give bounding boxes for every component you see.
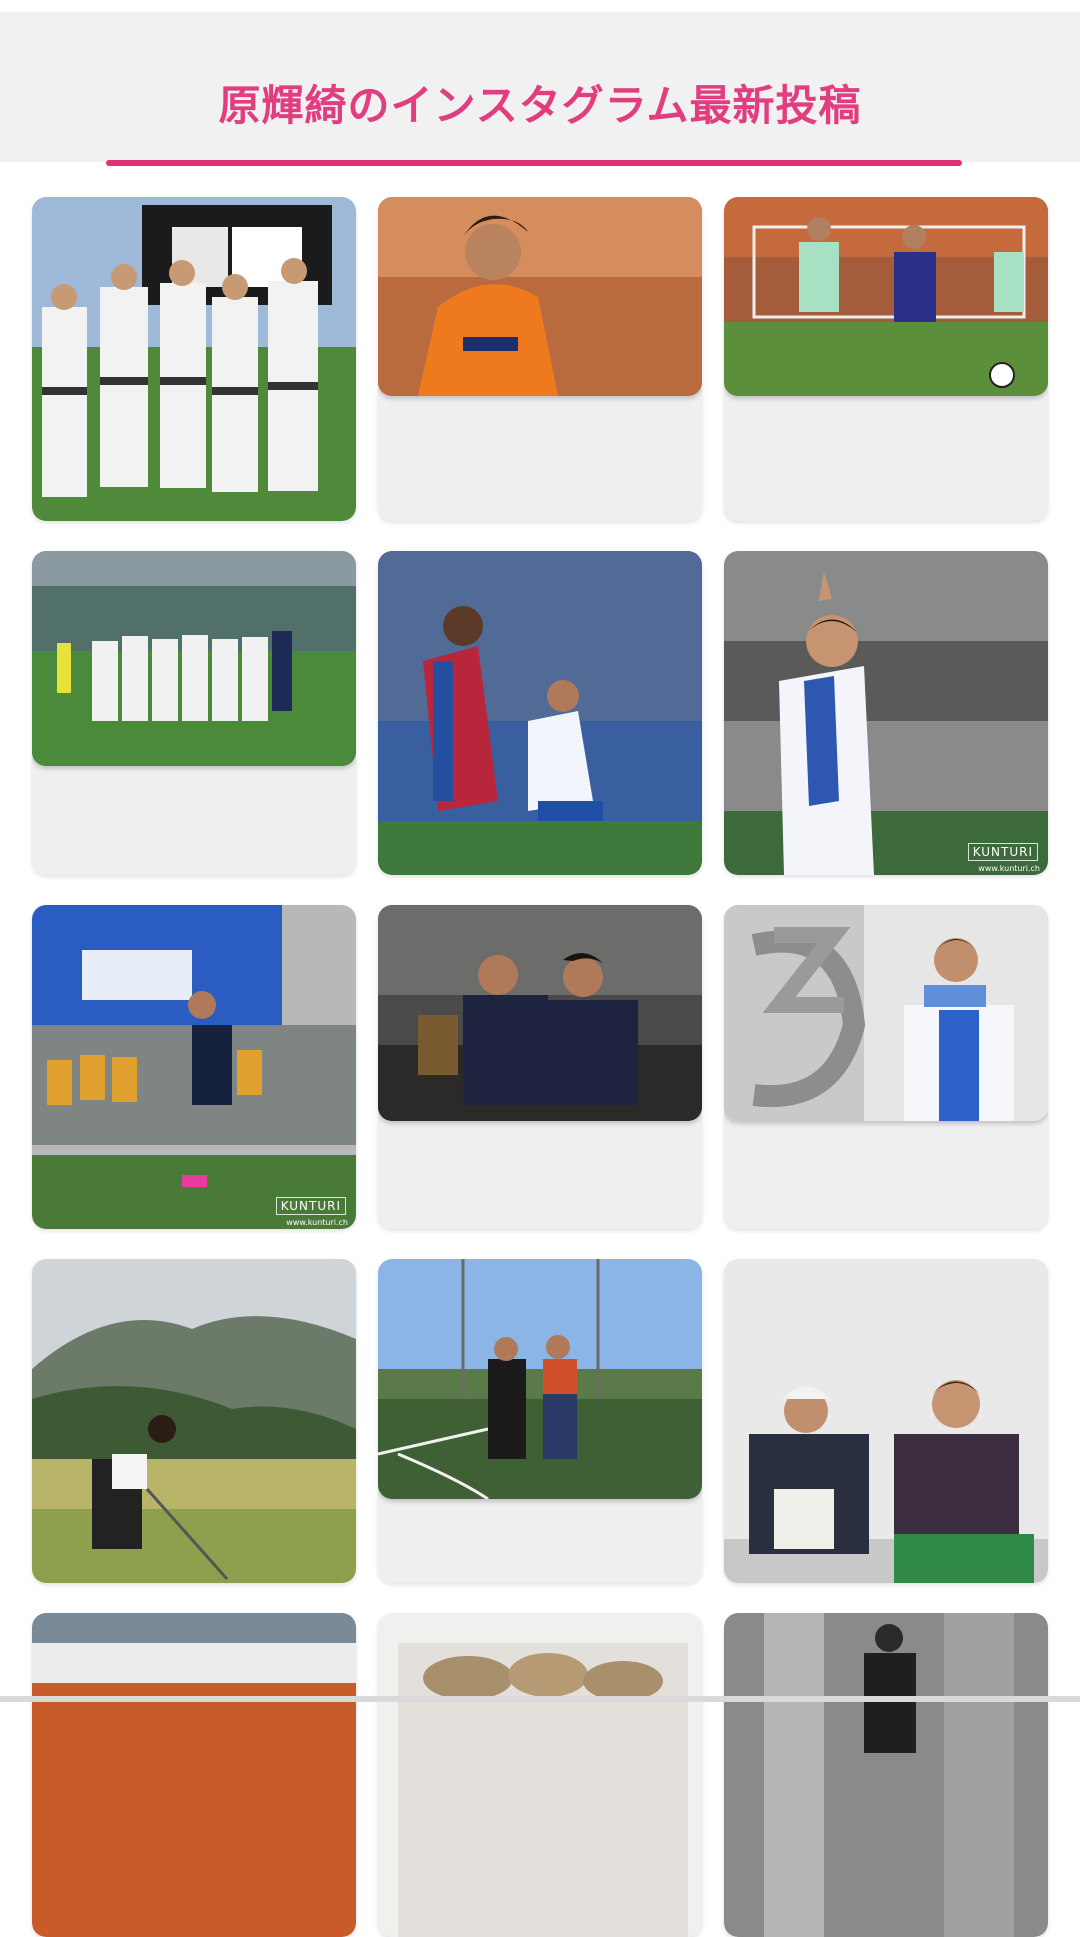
post-image[interactable]: KUNTURI www.kunturi.ch	[724, 551, 1048, 875]
photo-watermark: KUNTURI	[967, 843, 1038, 861]
post-card-15[interactable]	[724, 1613, 1048, 1937]
post-card-10[interactable]	[32, 1259, 356, 1583]
post-image[interactable]: KUNTURI www.kunturi.ch	[32, 905, 356, 1229]
post-card-6[interactable]: KUNTURI www.kunturi.ch	[724, 551, 1048, 875]
photo-watermark-url: www.kunturi.ch	[286, 1218, 348, 1227]
post-card-3[interactable]	[724, 197, 1048, 521]
post-card-8[interactable]	[378, 905, 702, 1229]
title-underline	[106, 160, 962, 166]
section-title: 原輝綺のインスタグラム最新投稿	[218, 81, 862, 130]
post-image[interactable]	[32, 1259, 356, 1583]
bottom-scroll-edge	[0, 1696, 1080, 1702]
post-image[interactable]	[724, 1613, 1048, 1937]
post-card-1[interactable]	[32, 197, 356, 521]
post-card-12[interactable]	[724, 1259, 1048, 1583]
post-image[interactable]	[378, 905, 702, 1121]
post-image[interactable]	[32, 1613, 356, 1937]
post-image[interactable]	[724, 905, 1048, 1121]
post-card-7[interactable]: KUNTURI www.kunturi.ch	[32, 905, 356, 1229]
post-image[interactable]	[378, 197, 702, 396]
post-image[interactable]	[724, 197, 1048, 396]
photo-watermark: KUNTURI	[275, 1197, 346, 1215]
post-image[interactable]	[378, 1613, 702, 1937]
post-image[interactable]	[32, 551, 356, 766]
post-card-4[interactable]	[32, 551, 356, 875]
post-card-5[interactable]	[378, 551, 702, 875]
post-image[interactable]	[724, 1259, 1048, 1583]
post-card-13[interactable]	[32, 1613, 356, 1937]
post-image[interactable]	[378, 1259, 702, 1499]
section-header: 原輝綺のインスタグラム最新投稿	[0, 12, 1080, 162]
post-image[interactable]	[32, 197, 356, 521]
post-card-9[interactable]	[724, 905, 1048, 1229]
post-card-2[interactable]	[378, 197, 702, 521]
photo-watermark-url: www.kunturi.ch	[978, 864, 1040, 873]
post-card-14[interactable]	[378, 1613, 702, 1937]
post-card-11[interactable]	[378, 1259, 702, 1583]
post-image[interactable]	[378, 551, 702, 875]
